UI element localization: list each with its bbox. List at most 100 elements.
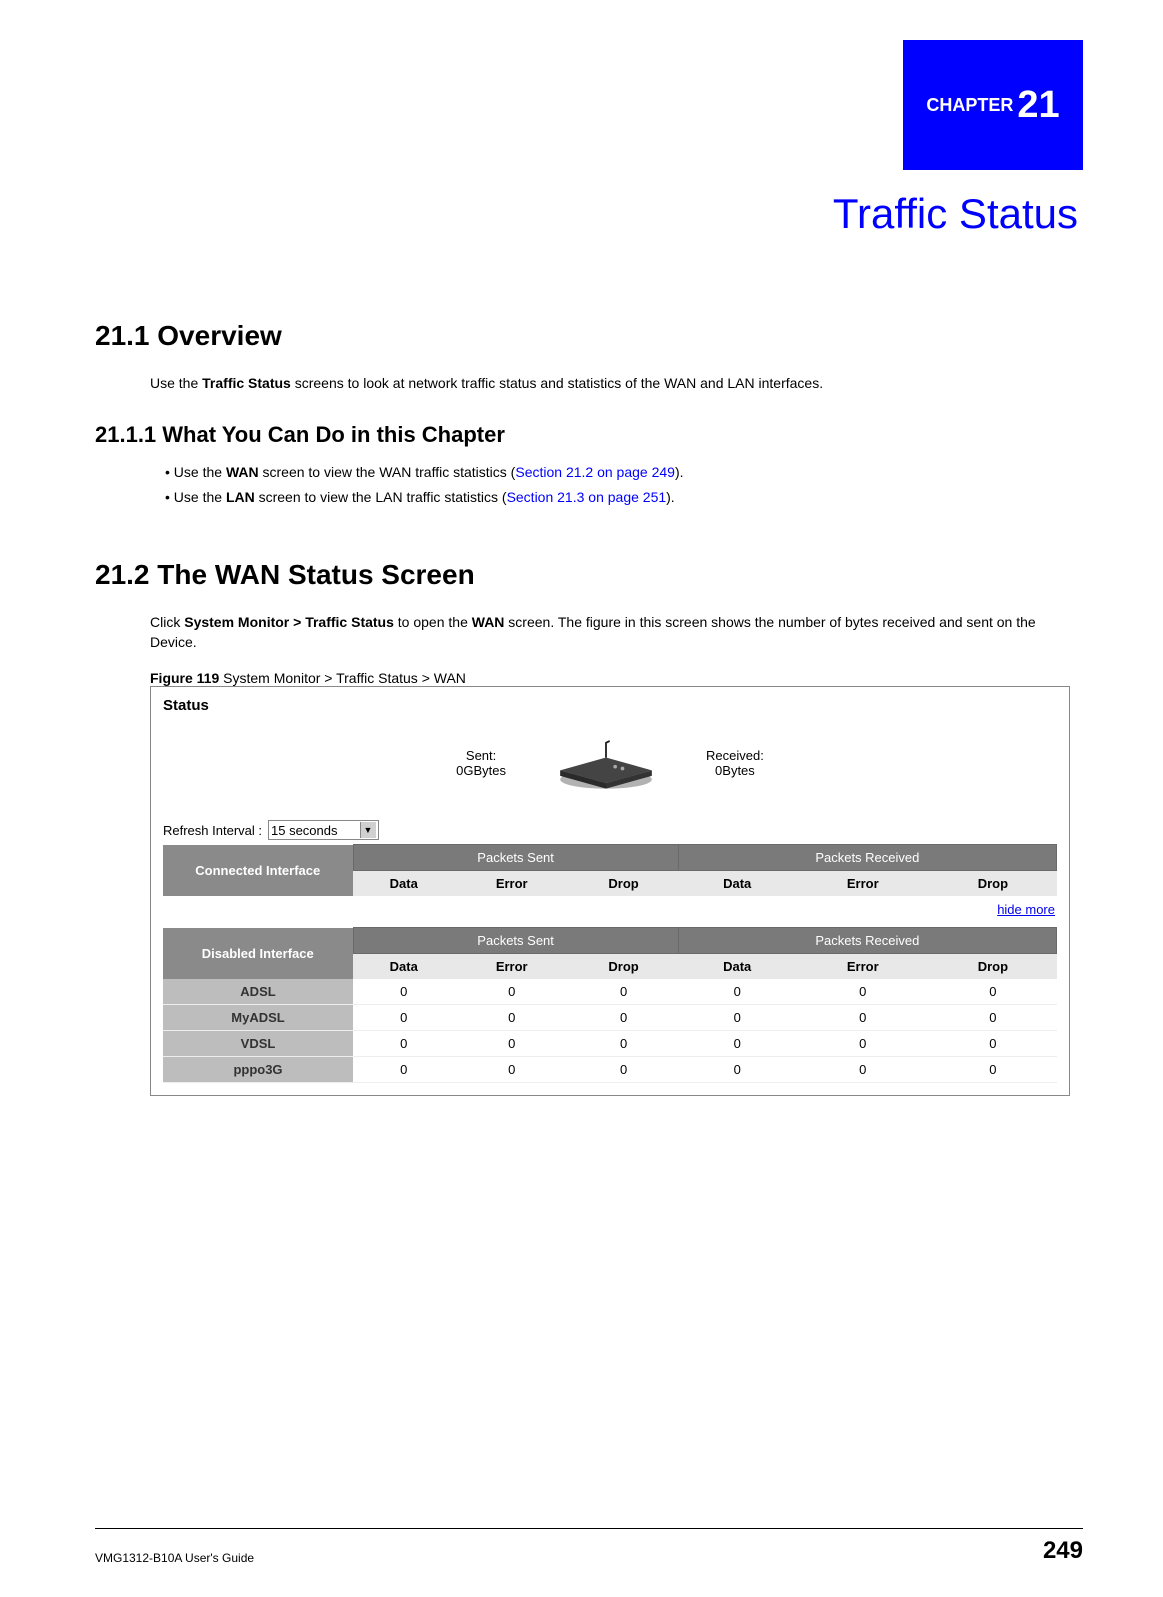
cell-value: 0 [678, 1057, 796, 1083]
connected-interface-header: Connected Interface [163, 845, 353, 897]
cell-value: 0 [796, 1005, 929, 1031]
refresh-label: Refresh Interval : [163, 823, 262, 838]
section-overview-heading: 21.1 Overview [95, 320, 1078, 352]
cell-value: 0 [454, 979, 568, 1005]
screenshot-title: Status [163, 697, 1057, 714]
chapter-title: Traffic Status [833, 190, 1078, 238]
col-data: Data [353, 871, 454, 897]
wan-bold: System Monitor > Traffic Status [184, 614, 394, 630]
col-error: Error [454, 871, 568, 897]
received-label: Received: [706, 748, 764, 763]
page-number: 249 [1043, 1537, 1083, 1565]
table-row: ADSL 0 0 0 0 0 0 [163, 979, 1057, 1005]
wan-bold2: WAN [472, 614, 505, 630]
footer-guide-name: VMG1312-B10A User's Guide [95, 1551, 254, 1565]
chevron-down-icon: ▼ [360, 822, 376, 838]
table-row: MyADSL 0 0 0 0 0 0 [163, 1005, 1057, 1031]
cell-value: 0 [569, 979, 678, 1005]
packets-received-header: Packets Received [678, 928, 1056, 954]
table-row: VDSL 0 0 0 0 0 0 [163, 1031, 1057, 1057]
col-data: Data [353, 954, 454, 980]
sent-label: Sent: [456, 748, 506, 763]
bullet-bold: LAN [226, 489, 255, 505]
refresh-value: 15 seconds [271, 823, 338, 838]
cell-value: 0 [569, 1005, 678, 1031]
cell-value: 0 [796, 1057, 929, 1083]
col-drop: Drop [569, 954, 678, 980]
cell-value: 0 [353, 1005, 454, 1031]
col-data: Data [678, 871, 796, 897]
col-error: Error [454, 954, 568, 980]
hide-more-link[interactable]: hide more [163, 902, 1055, 917]
bullet-post: ). [675, 464, 684, 480]
bullet-pre: • Use the [165, 464, 226, 480]
figure-caption: Figure 119 System Monitor > Traffic Stat… [150, 670, 1078, 686]
table-row: pppo3G 0 0 0 0 0 0 [163, 1057, 1057, 1083]
cell-value: 0 [353, 979, 454, 1005]
refresh-row: Refresh Interval : 15 seconds ▼ [163, 820, 1057, 840]
col-data: Data [678, 954, 796, 980]
figure-screenshot: Status Sent: 0GBytes Received: 0 [150, 686, 1070, 1096]
col-error: Error [796, 954, 929, 980]
cell-value: 0 [678, 1031, 796, 1057]
cell-value: 0 [929, 1057, 1056, 1083]
packets-sent-header: Packets Sent [353, 928, 678, 954]
bullet-bold: WAN [226, 464, 259, 480]
packets-received-header: Packets Received [678, 845, 1056, 871]
cell-value: 0 [678, 1005, 796, 1031]
cell-value: 0 [454, 1031, 568, 1057]
cell-value: 0 [929, 1031, 1056, 1057]
cell-value: 0 [796, 1031, 929, 1057]
bullet-pre: • Use the [165, 489, 226, 505]
cross-reference-link[interactable]: Section 21.3 on page 251 [507, 489, 667, 505]
disabled-interface-table: Disabled Interface Packets Sent Packets … [163, 927, 1057, 1083]
disabled-interface-header: Disabled Interface [163, 928, 353, 980]
cell-value: 0 [929, 1005, 1056, 1031]
interface-name: VDSL [163, 1031, 353, 1057]
connected-interface-table: Connected Interface Packets Sent Packets… [163, 844, 1057, 896]
wan-status-paragraph: Click System Monitor > Traffic Status to… [150, 613, 1078, 652]
col-drop: Drop [929, 871, 1056, 897]
page-footer: VMG1312-B10A User's Guide 249 [95, 1528, 1083, 1565]
overview-post: screens to look at network traffic statu… [291, 375, 823, 391]
cell-value: 0 [569, 1057, 678, 1083]
figure-caption-text: System Monitor > Traffic Status > WAN [219, 670, 466, 686]
bullet-mid: screen to view the LAN traffic statistic… [255, 489, 507, 505]
packets-sent-header: Packets Sent [353, 845, 678, 871]
bullet-list: • Use the WAN screen to view the WAN tra… [165, 462, 1078, 509]
interface-name: MyADSL [163, 1005, 353, 1031]
section-wan-status-heading: 21.2 The WAN Status Screen [95, 559, 1078, 591]
received-value: 0Bytes [706, 763, 764, 778]
col-error: Error [796, 871, 929, 897]
refresh-interval-select[interactable]: 15 seconds ▼ [268, 820, 379, 840]
overview-paragraph: Use the Traffic Status screens to look a… [150, 374, 1078, 394]
interface-name: ADSL [163, 979, 353, 1005]
cell-value: 0 [929, 979, 1056, 1005]
cross-reference-link[interactable]: Section 21.2 on page 249 [515, 464, 675, 480]
cell-value: 0 [569, 1031, 678, 1057]
section-what-you-can-do-heading: 21.1.1 What You Can Do in this Chapter [95, 422, 1078, 448]
figure-label: Figure 119 [150, 670, 219, 686]
col-drop: Drop [929, 954, 1056, 980]
wan-mid: to open the [394, 614, 472, 630]
col-drop: Drop [569, 871, 678, 897]
summary-row: Sent: 0GBytes Received: 0Bytes [163, 728, 1057, 798]
router-icon [546, 728, 666, 798]
cell-value: 0 [796, 979, 929, 1005]
received-summary: Received: 0Bytes [706, 748, 764, 778]
wan-pre: Click [150, 614, 184, 630]
cell-value: 0 [454, 1005, 568, 1031]
list-item: • Use the LAN screen to view the LAN tra… [165, 487, 1078, 509]
cell-value: 0 [678, 979, 796, 1005]
bullet-post: ). [666, 489, 675, 505]
chapter-number-prefix: CHAPTER [926, 95, 1013, 116]
bullet-mid: screen to view the WAN traffic statistic… [259, 464, 516, 480]
list-item: • Use the WAN screen to view the WAN tra… [165, 462, 1078, 484]
interface-name: pppo3G [163, 1057, 353, 1083]
cell-value: 0 [353, 1031, 454, 1057]
chapter-number: 21 [1017, 84, 1059, 127]
chapter-badge: CHAPTER 21 [903, 40, 1083, 170]
cell-value: 0 [454, 1057, 568, 1083]
cell-value: 0 [353, 1057, 454, 1083]
overview-bold: Traffic Status [202, 375, 291, 391]
